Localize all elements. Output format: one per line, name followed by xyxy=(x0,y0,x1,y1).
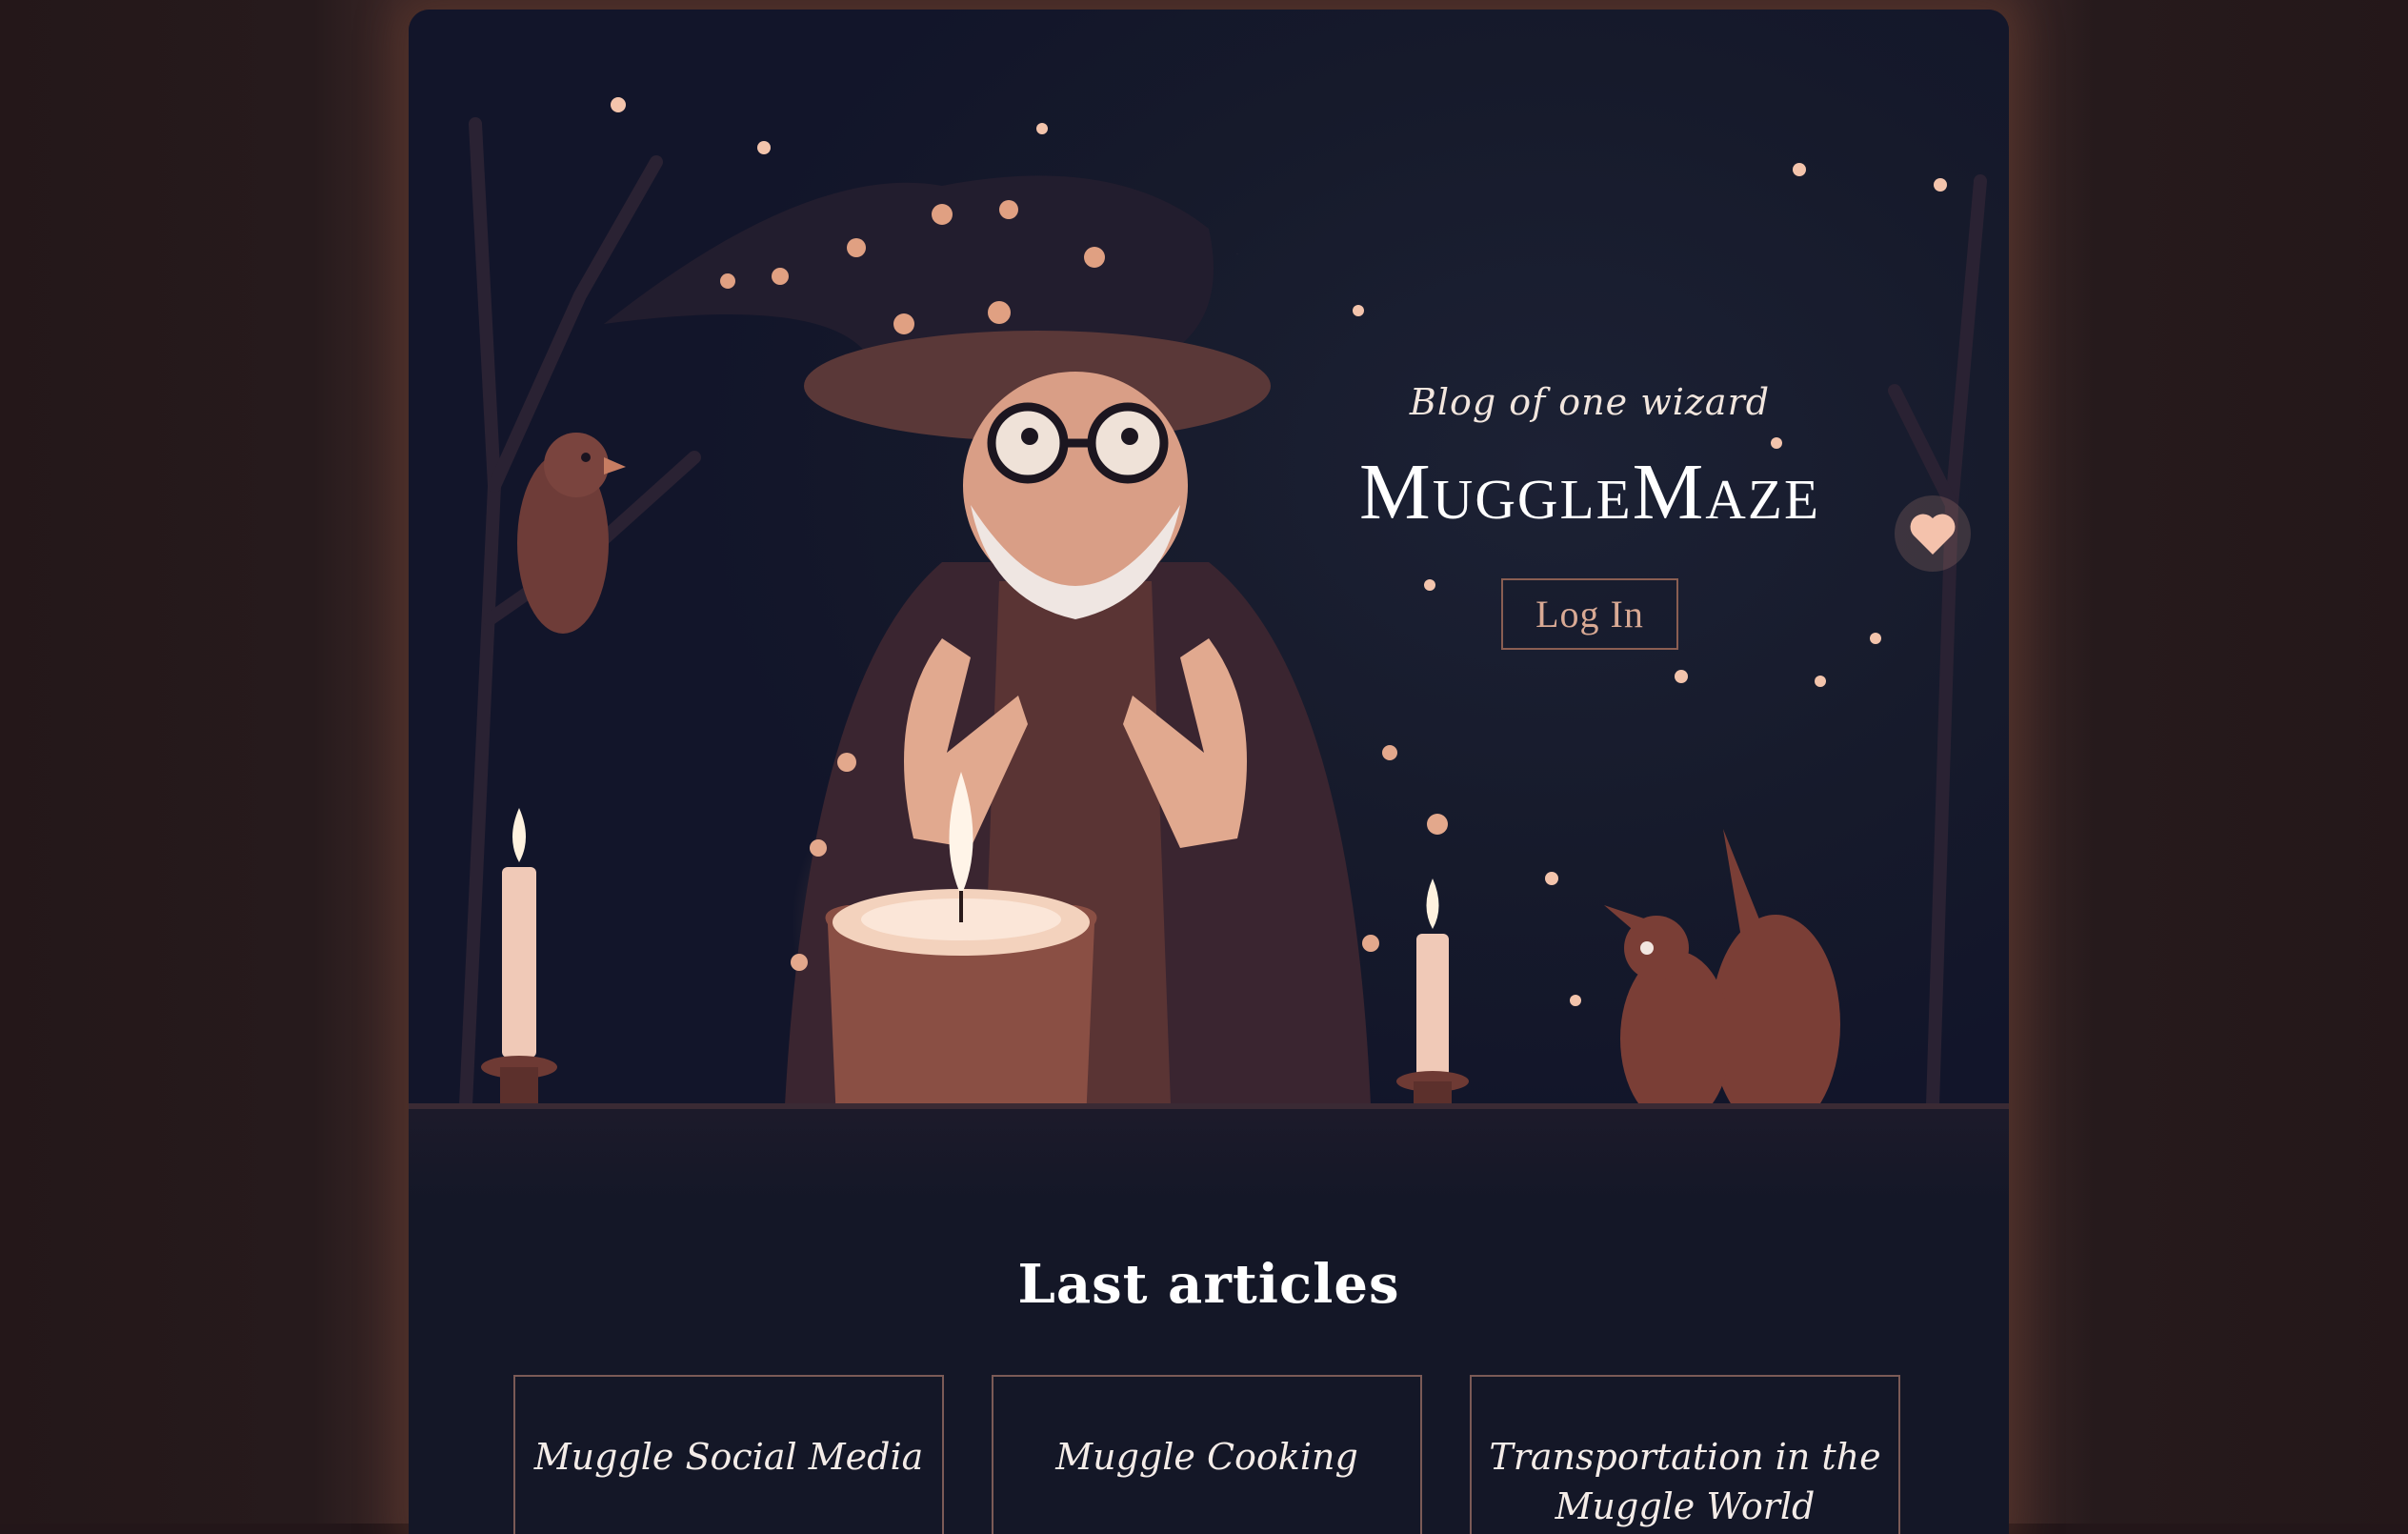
hero-fade xyxy=(409,1115,2009,1201)
article-card-title: Muggle Cooking xyxy=(1055,1436,1358,1478)
article-card-transportation[interactable]: Transportation in the Muggle World xyxy=(1470,1375,1900,1534)
hero-text-block: Blog of one wizard MuggleMaze Log In xyxy=(1285,381,1895,650)
articles-list: Muggle Social Media Muggle Cooking Trans… xyxy=(513,1375,1904,1534)
hero-banner: Blog of one wizard MuggleMaze Log In xyxy=(409,10,2009,1201)
article-card-title: Transportation in the Muggle World xyxy=(1489,1436,1881,1527)
article-card-muggle-social-media[interactable]: Muggle Social Media xyxy=(513,1375,944,1534)
site-title: MuggleMaze xyxy=(1359,448,1820,536)
page-frame: Blog of one wizard MuggleMaze Log In Las… xyxy=(409,10,2009,1534)
article-card-title: Muggle Social Media xyxy=(533,1436,924,1478)
last-articles-heading: Last articles xyxy=(1017,1253,1400,1316)
site-tagline: Blog of one wizard xyxy=(1409,381,1771,423)
article-card-muggle-cooking[interactable]: Muggle Cooking xyxy=(992,1375,1422,1534)
login-button[interactable]: Log In xyxy=(1501,578,1678,650)
